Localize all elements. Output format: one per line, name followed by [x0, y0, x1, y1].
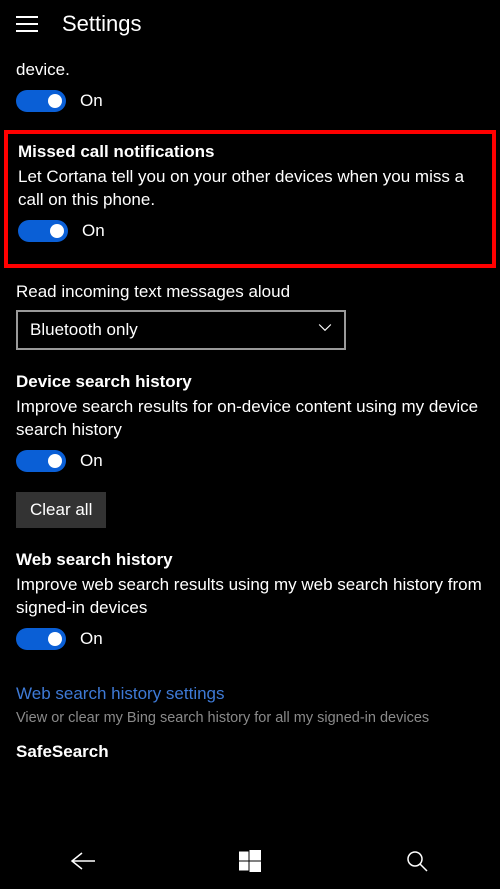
web-history-toggle[interactable]: [16, 628, 66, 650]
web-history-toggle-label: On: [80, 629, 103, 649]
app-header: Settings: [0, 0, 500, 48]
chevron-down-icon: [318, 320, 332, 340]
missed-call-toggle-label: On: [82, 221, 105, 241]
web-history-toggle-row: On: [16, 628, 484, 650]
device-history-toggle[interactable]: [16, 450, 66, 472]
read-aloud-dropdown[interactable]: Bluetooth only: [16, 310, 346, 350]
system-navbar: [0, 831, 500, 889]
read-aloud-label: Read incoming text messages aloud: [16, 282, 484, 302]
missed-call-desc: Let Cortana tell you on your other devic…: [18, 166, 482, 212]
web-history-settings-link[interactable]: Web search history settings: [16, 684, 484, 704]
dropdown-value: Bluetooth only: [30, 320, 138, 340]
menu-icon[interactable]: [16, 16, 38, 32]
back-icon[interactable]: [65, 843, 101, 879]
device-history-title: Device search history: [16, 372, 484, 392]
missed-call-title: Missed call notifications: [18, 142, 482, 162]
web-history-title: Web search history: [16, 550, 484, 570]
truncated-desc: device.: [16, 60, 484, 80]
missed-call-toggle[interactable]: [18, 220, 68, 242]
missed-call-toggle-row: On: [18, 220, 482, 242]
settings-content: device. On Missed call notifications Let…: [0, 48, 500, 831]
toggle-prev[interactable]: [16, 90, 66, 112]
clear-all-button[interactable]: Clear all: [16, 492, 106, 528]
page-title: Settings: [62, 11, 142, 37]
device-history-desc: Improve search results for on-device con…: [16, 396, 484, 442]
device-history-toggle-label: On: [80, 451, 103, 471]
toggle-row-prev: On: [16, 90, 484, 112]
safesearch-title: SafeSearch: [16, 742, 484, 762]
missed-call-highlight: Missed call notifications Let Cortana te…: [4, 130, 496, 268]
windows-start-icon[interactable]: [232, 843, 268, 879]
device-history-toggle-row: On: [16, 450, 484, 472]
web-history-settings-desc: View or clear my Bing search history for…: [16, 710, 484, 726]
search-icon[interactable]: [399, 843, 435, 879]
web-history-desc: Improve web search results using my web …: [16, 574, 484, 620]
toggle-prev-label: On: [80, 91, 103, 111]
